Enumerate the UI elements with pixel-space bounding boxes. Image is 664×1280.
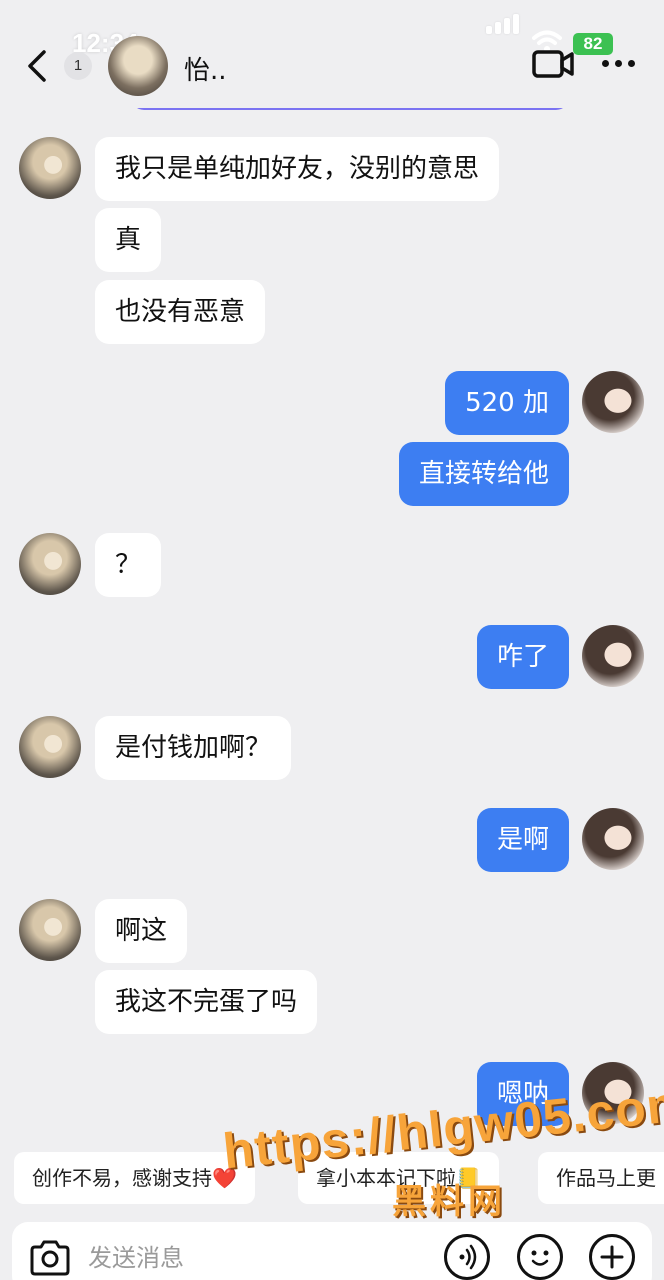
message-input-bar: [12, 1222, 652, 1280]
emoji-icon[interactable]: [517, 1234, 563, 1280]
back-arrow-icon[interactable]: [24, 46, 54, 86]
contact-avatar[interactable]: [19, 533, 81, 595]
camera-icon[interactable]: [28, 1238, 72, 1278]
message-bubble[interactable]: 直接转给他: [398, 442, 569, 506]
more-icon[interactable]: [602, 60, 638, 70]
my-avatar[interactable]: [582, 808, 644, 870]
watermark-name: 黑料网: [392, 1182, 506, 1222]
battery-indicator: 82: [573, 33, 613, 55]
plus-icon[interactable]: [589, 1234, 635, 1280]
quick-reply-chip[interactable]: 作品马上更: [538, 1152, 664, 1204]
message-bubble[interactable]: 我只是单纯加好友，没别的意思: [95, 137, 500, 201]
message-bubble[interactable]: 我这不完蛋了吗: [95, 970, 318, 1034]
message-bubble[interactable]: 520 加: [445, 371, 569, 435]
my-avatar[interactable]: [582, 371, 644, 433]
contact-avatar[interactable]: [19, 137, 81, 199]
message-bubble[interactable]: 是付钱加啊？: [95, 716, 292, 780]
unread-count-badge[interactable]: 1: [64, 52, 92, 80]
message-bubble[interactable]: 咋了: [476, 625, 569, 689]
message-input[interactable]: [88, 1240, 428, 1276]
video-call-icon[interactable]: [531, 48, 575, 80]
chat-header: 12:34 82 1 怡..: [0, 0, 664, 108]
my-avatar[interactable]: [582, 625, 644, 687]
quick-reply-chip[interactable]: 创作不易，感谢支持❤️: [14, 1152, 255, 1204]
message-bubble[interactable]: 啊这: [95, 899, 188, 963]
contact-name[interactable]: 怡..: [184, 50, 227, 87]
voice-icon[interactable]: [444, 1234, 490, 1280]
message-bubble[interactable]: 真: [95, 208, 162, 272]
contact-avatar[interactable]: [19, 899, 81, 961]
message-bubble[interactable]: 是啊: [476, 808, 569, 872]
message-bubble[interactable]: 也没有恶意: [95, 280, 266, 344]
message-bubble[interactable]: ？: [95, 533, 162, 597]
contact-avatar[interactable]: [19, 716, 81, 778]
contact-avatar[interactable]: [108, 36, 168, 96]
